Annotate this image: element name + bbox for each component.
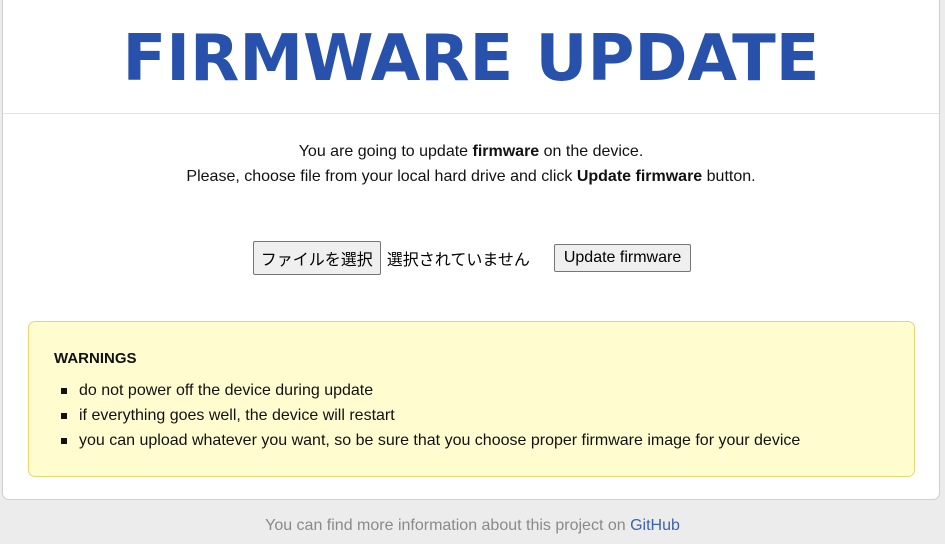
- intro-line-2-end: button.: [702, 168, 756, 185]
- update-firmware-button[interactable]: Update firmware: [553, 244, 692, 272]
- intro-line-1-bold: firmware: [472, 143, 540, 160]
- warning-item: you can upload whatever you want, so be …: [54, 428, 889, 453]
- warning-item-text: do not power off the device during updat…: [79, 382, 374, 399]
- warnings-list: do not power off the device during updat…: [54, 378, 889, 453]
- bullet-icon: [61, 387, 67, 394]
- upload-form: ファイルを選択 選択されていません Update firmware: [3, 241, 939, 275]
- warnings-title: WARNINGS: [54, 350, 137, 367]
- bullet-icon: [61, 412, 67, 419]
- warning-item: if everything goes well, the device will…: [54, 403, 889, 428]
- footer: You can find more information about this…: [0, 517, 945, 535]
- header: FIRMWARE UPDATE: [3, 0, 939, 114]
- bullet-icon: [61, 437, 67, 444]
- warnings-box: WARNINGS do not power off the device dur…: [28, 321, 915, 477]
- warning-item-text: you can upload whatever you want, so be …: [79, 432, 801, 449]
- github-link[interactable]: GitHub: [630, 517, 680, 534]
- intro-line-1-text: You are going to update: [298, 143, 473, 160]
- warning-item-text: if everything goes well, the device will…: [79, 407, 395, 424]
- main-card: FIRMWARE UPDATE You are going to update …: [2, 0, 940, 500]
- footer-text: You can find more information about this…: [265, 517, 631, 534]
- choose-file-button[interactable]: ファイルを選択: [252, 241, 381, 275]
- warning-item: do not power off the device during updat…: [54, 378, 889, 403]
- intro-line-2-bold: Update firmware: [576, 168, 703, 185]
- intro-text: You are going to update firmware on the …: [3, 139, 939, 189]
- intro-line-2-text: Please, choose file from your local hard…: [186, 168, 577, 185]
- page-title: FIRMWARE UPDATE: [122, 22, 820, 96]
- file-status-text: 選択されていません: [386, 250, 530, 269]
- intro-line-1: You are going to update firmware on the …: [3, 139, 939, 164]
- intro-line-2: Please, choose file from your local hard…: [3, 164, 939, 189]
- intro-line-1-end: on the device.: [539, 143, 644, 160]
